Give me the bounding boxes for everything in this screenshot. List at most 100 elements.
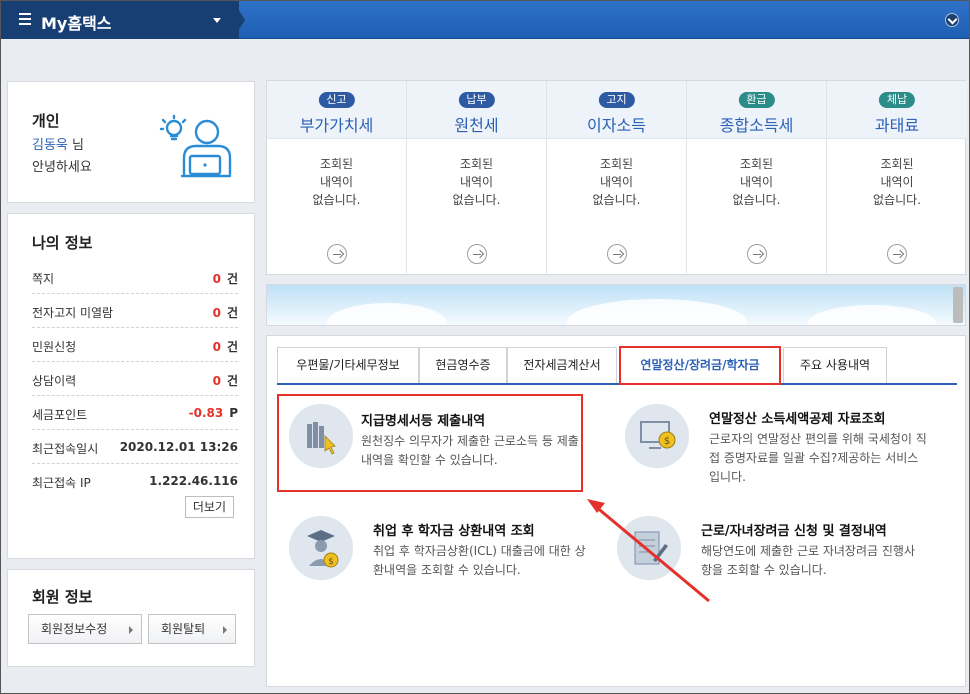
- service-incentive[interactable]: 근로/자녀장려금 신청 및 결정내역 해당연도에 제출한 근로 자녀장려금 진행…: [607, 508, 927, 598]
- arrow-right-icon[interactable]: [747, 244, 767, 264]
- member-title: 회원 정보: [32, 588, 93, 606]
- tax-badge: 체납: [878, 92, 916, 108]
- info-label: 상담이력: [32, 374, 77, 388]
- tax-empty-message: 조회된 내역이 없습니다.: [873, 157, 921, 207]
- info-value: 0건: [212, 272, 238, 286]
- tax-badge: 신고: [318, 92, 355, 108]
- profile-panel: 개인 김동욱 님 안녕하세요: [7, 81, 255, 203]
- tax-card-header: 환급 종합소득세: [687, 81, 826, 139]
- graduate-dollar-icon: $: [289, 516, 353, 580]
- tab-e-tax-invoice[interactable]: 전자세금계산서: [507, 347, 617, 383]
- user-name-suffix: 님: [72, 138, 84, 153]
- books-cursor-icon: [289, 404, 353, 468]
- service-title: 근로/자녀장려금 신청 및 결정내역: [701, 524, 887, 539]
- arrow-right-icon[interactable]: [887, 244, 907, 264]
- info-label: 세금포인트: [32, 408, 88, 422]
- tax-name: 이자소득: [587, 116, 646, 135]
- member-panel: 회원 정보 회원정보수정 회원탈퇴: [7, 569, 255, 667]
- brand-menu[interactable]: My홈택스: [1, 1, 239, 39]
- info-label: 전자고지 미열람: [32, 306, 114, 320]
- service-year-end-data[interactable]: $ 연말정산 소득세액공제 자료조회 근로자의 연말정산 편의를 위해 국세청이…: [615, 396, 935, 486]
- tab-mail[interactable]: 우편물/기타세무정보: [277, 347, 419, 383]
- info-row-civil-request[interactable]: 민원신청 0건: [32, 328, 238, 362]
- info-row-consult-history[interactable]: 상담이력 0건: [32, 362, 238, 396]
- svg-text:$: $: [664, 436, 670, 447]
- tax-empty-message: 조회된 내역이 없습니다.: [732, 157, 781, 207]
- service-tabs: 우편물/기타세무정보 현금영수증 전자세금계산서 연말정산/장려금/학자금 주요…: [277, 346, 957, 385]
- service-description: 근로자의 연말정산 편의를 위해 국세청이 직접 증명자료를 일괄 수집?제공하…: [709, 432, 927, 484]
- tax-summary-row: 신고 부가가치세 조회된 내역이 없습니다. 납부 원천세 조회된 내역이 없습니다. …: [266, 80, 967, 275]
- tab-cash-receipt[interactable]: 현금영수증: [419, 347, 507, 383]
- service-title: 지급명세서등 제출내역: [361, 414, 486, 429]
- info-label: 쪽지: [32, 272, 55, 286]
- tax-name: 원천세: [454, 116, 499, 135]
- tab-usage-history[interactable]: 주요 사용내역: [783, 347, 887, 383]
- scrollbar[interactable]: [953, 287, 963, 323]
- service-title: 연말정산 소득세액공제 자료조회: [709, 412, 886, 427]
- expand-chevron-icon[interactable]: [945, 13, 959, 27]
- user-name-text: 김동욱: [32, 138, 68, 153]
- info-value: 0건: [212, 374, 238, 388]
- cloud-shape: [807, 305, 937, 325]
- tax-badge: 환급: [738, 92, 775, 108]
- chevron-down-icon[interactable]: [213, 18, 221, 23]
- tax-card-header: 납부 원천세: [407, 81, 546, 139]
- tax-name: 부가가치세: [299, 116, 374, 135]
- my-info-title: 나의 정보: [32, 234, 93, 252]
- svg-text:$: $: [328, 557, 334, 567]
- cloud-shape: [327, 303, 447, 325]
- info-row-e-notice[interactable]: 전자고지 미열람 0건: [32, 294, 238, 328]
- info-row-message[interactable]: 쪽지 0건: [32, 260, 238, 294]
- edit-member-button[interactable]: 회원정보수정: [28, 614, 142, 644]
- tax-card-penalty[interactable]: 체납 과태료 조회된 내역이 없습니다.: [827, 81, 967, 274]
- arrow-right-icon[interactable]: [467, 244, 487, 264]
- tax-name: 과태료: [874, 116, 920, 135]
- tax-empty-message: 조회된 내역이 없습니다.: [452, 157, 501, 207]
- info-value: 1.222.46.116: [149, 474, 238, 488]
- tax-card-header: 고지 이자소득: [547, 81, 686, 139]
- sky-banner: [266, 284, 966, 326]
- info-row-tax-point[interactable]: 세금포인트 -0.83 P: [32, 396, 238, 430]
- withdraw-button[interactable]: 회원탈퇴: [148, 614, 236, 644]
- hamburger-icon[interactable]: [19, 13, 31, 25]
- tax-badge: 납부: [458, 92, 495, 108]
- tax-card-vat[interactable]: 신고 부가가치세 조회된 내역이 없습니다.: [267, 81, 407, 274]
- my-info-panel: 나의 정보 쪽지 0건 전자고지 미열람 0건 민원신청 0건 상담이력 0건 …: [7, 213, 255, 559]
- arrow-right-icon[interactable]: [327, 244, 347, 264]
- more-button[interactable]: 더보기: [184, 496, 234, 518]
- info-label: 민원신청: [32, 340, 77, 354]
- info-value: 0건: [212, 340, 238, 354]
- tax-empty-message: 조회된 내역이 없습니다.: [312, 157, 361, 207]
- tax-card-header: 신고 부가가치세: [267, 81, 406, 139]
- arrow-right-icon[interactable]: [607, 244, 627, 264]
- tax-card-income[interactable]: 환급 종합소득세 조회된 내역이 없습니다.: [687, 81, 827, 274]
- tax-card-header: 체납 과태료: [827, 81, 967, 139]
- tax-card-withholding[interactable]: 납부 원천세 조회된 내역이 없습니다.: [407, 81, 547, 274]
- tax-badge: 고지: [598, 92, 635, 108]
- cloud-shape: [567, 299, 747, 325]
- document-pen-icon: [617, 516, 681, 580]
- top-bar: My홈택스: [1, 1, 969, 39]
- window-frame: My홈택스 개인 김동욱 님 안녕하세요 나의 정보 쪽지 0 건 전자고지 미…: [0, 0, 970, 694]
- tax-card-interest[interactable]: 고지 이자소득 조회된 내역이 없습니다.: [547, 81, 687, 274]
- app-title: My홈택스: [41, 14, 112, 33]
- service-description: 해당연도에 제출한 근로 자녀장려금 진행사항을 조회할 수 있습니다.: [701, 544, 915, 577]
- service-student-loan[interactable]: $ 취업 후 학자금 상환내역 조회 취업 후 학자금상환(ICL) 대출금에 …: [279, 508, 599, 598]
- tax-empty-message: 조회된 내역이 없습니다.: [592, 157, 641, 207]
- tab-year-end[interactable]: 연말정산/장려금/학자금: [619, 346, 781, 385]
- user-name: 김동욱 님: [32, 134, 84, 153]
- user-type: 개인: [32, 112, 60, 130]
- user-laptop-icon: [159, 114, 232, 178]
- service-description: 원천징수 의무자가 제출한 근로소득 등 제출내역을 확인할 수 있습니다.: [361, 434, 579, 467]
- tax-name: 종합소득세: [719, 116, 794, 135]
- services-panel: 우편물/기타세무정보 현금영수증 전자세금계산서 연말정산/장려금/학자금 주요…: [266, 335, 966, 687]
- brand-arrow-decoration: [233, 1, 245, 39]
- info-value: 0건: [212, 306, 238, 320]
- info-row-last-ip: 최근접속 IP 1.222.46.116: [32, 464, 238, 498]
- info-value: 2020.12.01 13:26: [119, 440, 238, 454]
- monitor-dollar-icon: $: [625, 404, 689, 468]
- service-title: 취업 후 학자금 상환내역 조회: [373, 524, 535, 539]
- service-withholding-statement[interactable]: 지급명세서등 제출내역 원천징수 의무자가 제출한 근로소득 등 제출내역을 확…: [277, 394, 583, 492]
- info-value: -0.83 P: [188, 406, 238, 420]
- service-description: 취업 후 학자금상환(ICL) 대출금에 대한 상환내역을 조회할 수 있습니다…: [373, 544, 586, 577]
